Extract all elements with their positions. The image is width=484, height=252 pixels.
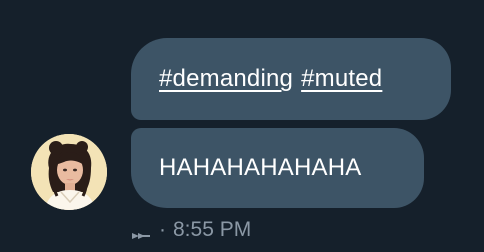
meta-separator: · (159, 218, 166, 241)
message-meta: · 8:55 PM (131, 216, 251, 244)
hashtag-link-demanding[interactable]: #demanding (159, 65, 293, 93)
user-avatar-image (31, 134, 107, 210)
message-time: 8:55 PM (173, 218, 252, 241)
sent-arrow-icon (131, 224, 151, 239)
hashtag-link-muted[interactable]: #muted (301, 65, 382, 93)
dm-conversation: #demanding #muted HAHAHAHAHAHA · 8:55 PM (0, 0, 484, 252)
message-text: HAHAHAHAHAHA (159, 154, 362, 181)
message-bubble-hashtags[interactable]: #demanding #muted (131, 38, 451, 120)
avatar[interactable] (31, 134, 107, 210)
message-bubble-text[interactable]: HAHAHAHAHAHA (131, 128, 424, 208)
